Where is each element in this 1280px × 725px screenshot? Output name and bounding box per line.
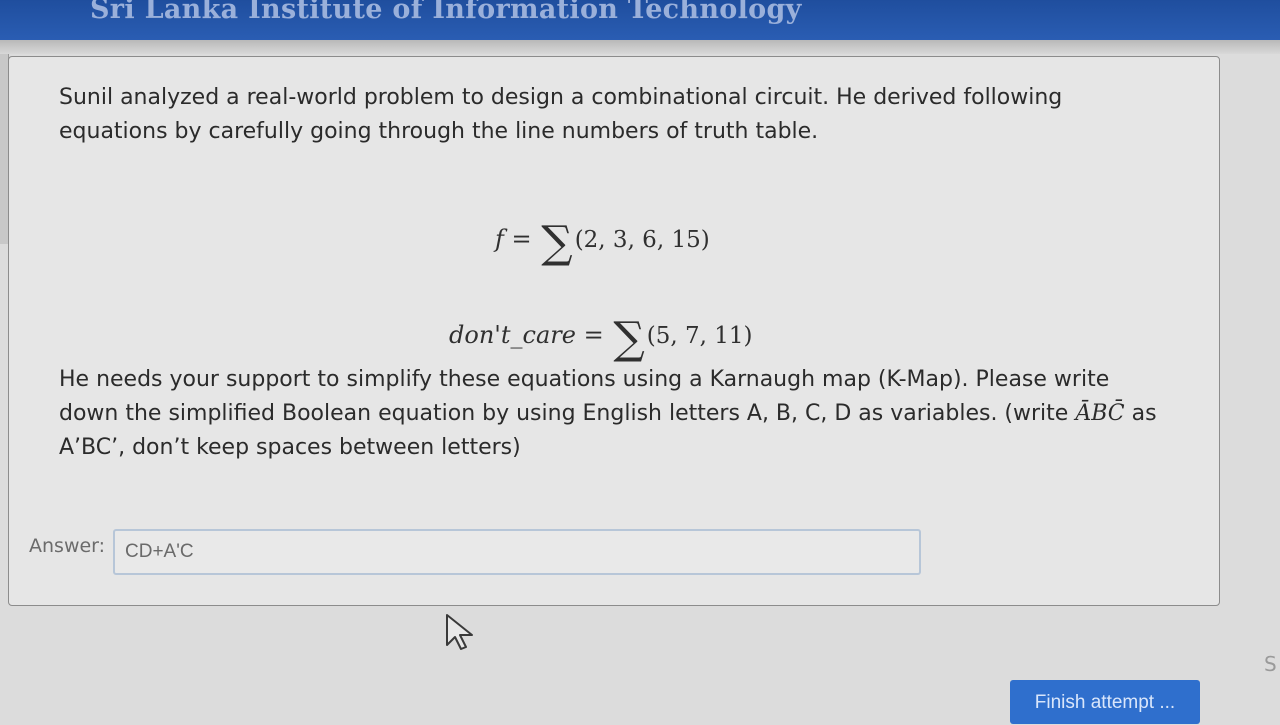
question-intro: Sunil analyzed a real-world problem to d… <box>59 85 1063 144</box>
question-card: Sunil analyzed a real-world problem to d… <box>8 56 1220 606</box>
formula-f: f = ∑(2, 3, 6, 15) <box>495 217 710 268</box>
answer-input[interactable] <box>113 529 921 575</box>
formula-dont-care-terms: (5, 7, 11) <box>646 323 753 349</box>
formula-f-lhs: f <box>495 225 504 253</box>
header-shadow <box>0 40 1280 54</box>
sigma-icon: ∑ <box>541 217 573 268</box>
formula-f-equals: = <box>511 225 532 253</box>
answer-label: Answer: <box>29 535 106 557</box>
formula-f-terms: (2, 3, 6, 15) <box>574 227 710 253</box>
institution-title: Sri Lanka Institute of Information Techn… <box>90 0 802 25</box>
header-bar: Sri Lanka Institute of Information Techn… <box>0 0 1280 40</box>
formula-dont-care: don't_care = ∑(5, 7, 11) <box>449 313 752 364</box>
mouse-pointer-icon <box>446 614 473 650</box>
formula-dont-care-equals: = <box>583 321 604 349</box>
finish-attempt-button[interactable]: Finish attempt ... <box>1010 680 1200 724</box>
example-expression: ĀBC̄ <box>1075 401 1125 426</box>
instruction-part1: He needs your support to simplify these … <box>59 367 1110 426</box>
formula-dont-care-lhs: don't_care <box>449 321 576 349</box>
question-instruction: He needs your support to simplify these … <box>59 363 1169 465</box>
sigma-icon: ∑ <box>613 313 645 364</box>
side-letter: S <box>1264 652 1277 676</box>
